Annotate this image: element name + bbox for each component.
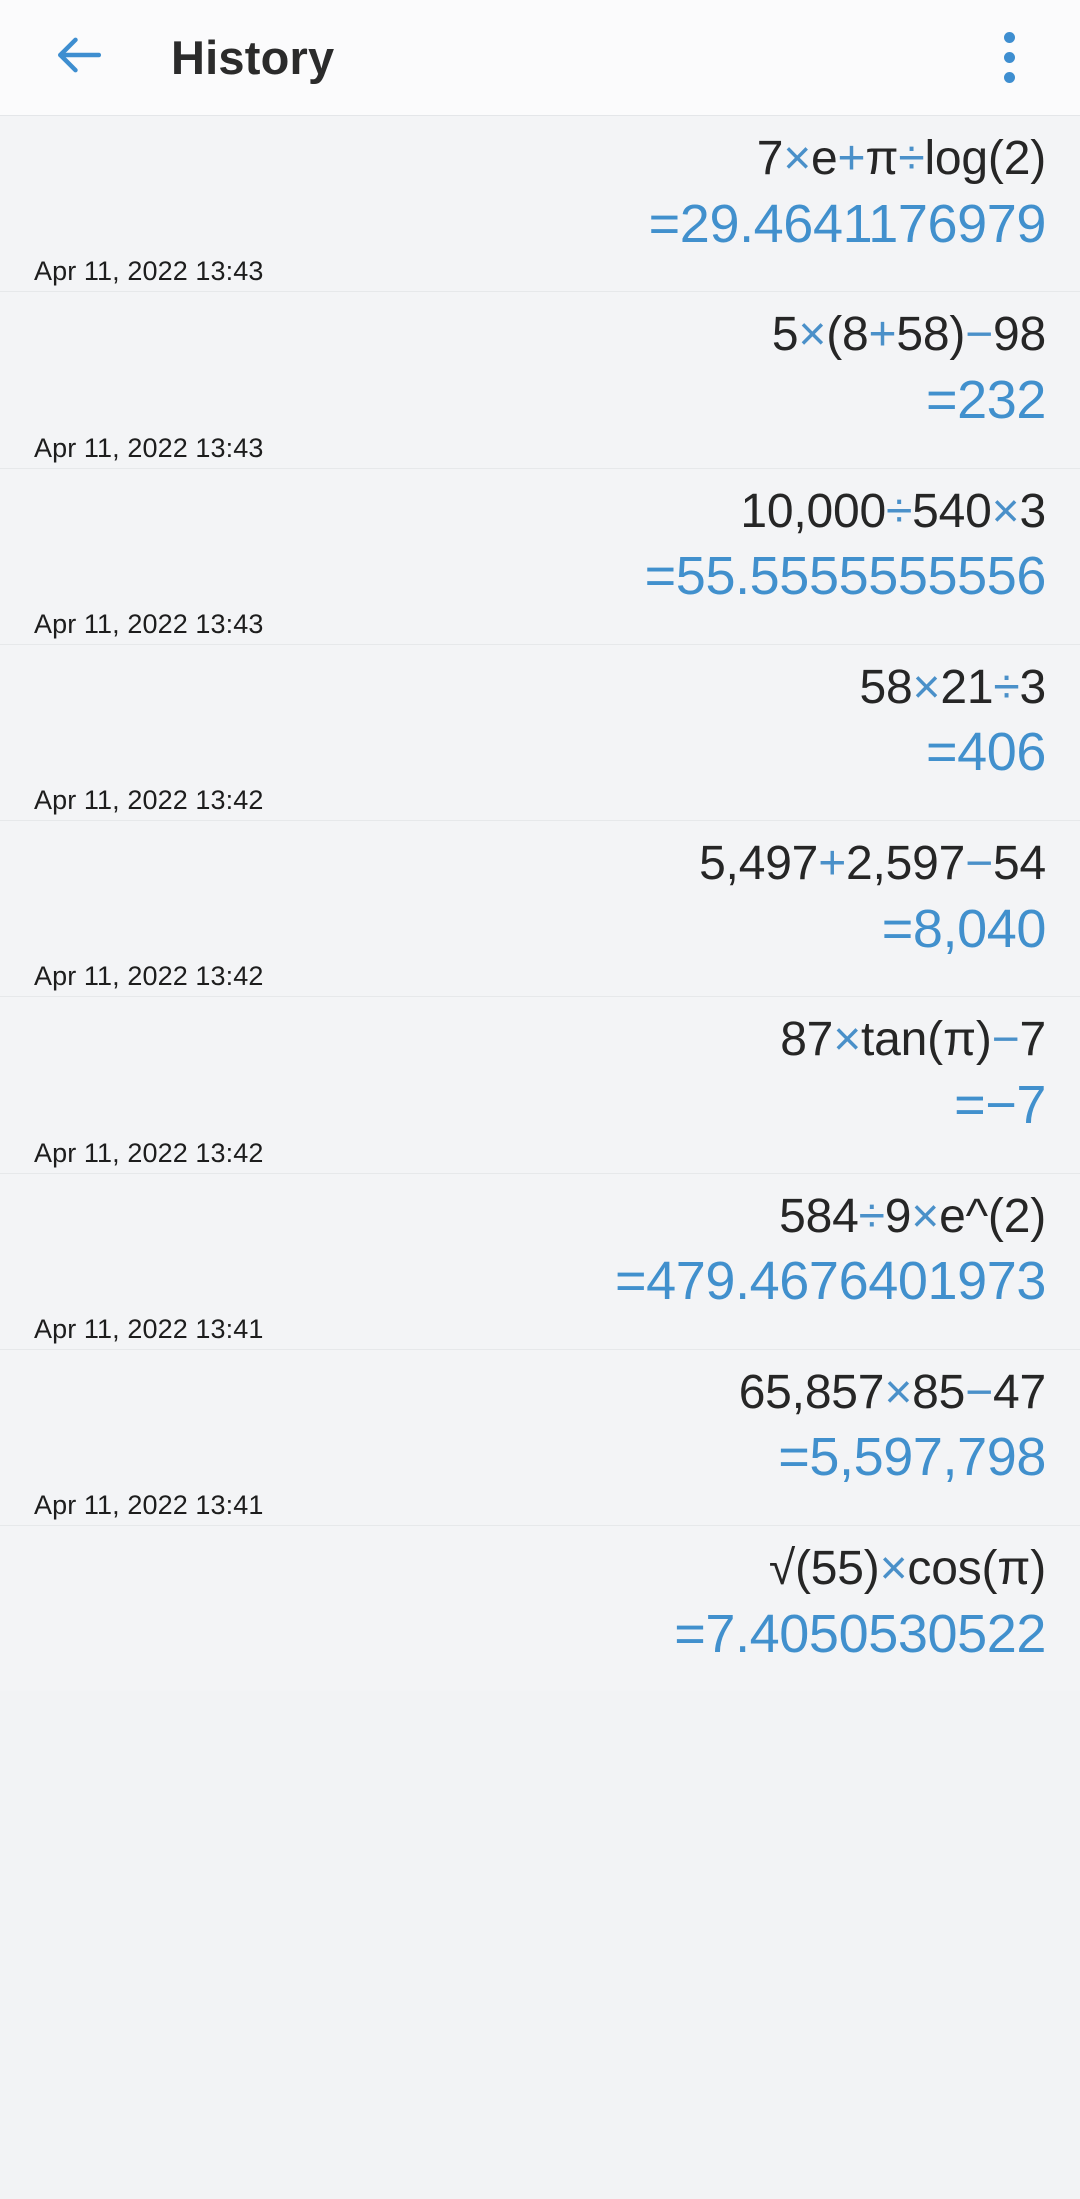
history-result: =232 [925,369,1046,430]
history-expression: 7×e+π÷log(2) [756,132,1046,185]
app-bar: History [0,0,1080,116]
history-result: =479.4676401973 [615,1251,1046,1312]
history-item[interactable]: √(55)×cos(π) =7.4050530522 [0,1526,1080,1692]
history-result: =7.4050530522 [674,1603,1046,1664]
history-result: =8,040 [881,898,1047,959]
history-expression: 65,857×85−47 [738,1365,1047,1419]
history-result: =5,597,798 [778,1427,1046,1488]
history-expression: 87×tan(π)−7 [780,1013,1046,1067]
history-expression: 5×(8+58)−98 [771,308,1046,362]
history-item[interactable]: 58×21÷3 =406 Apr 11, 2022 13:42 [0,644,1080,822]
history-result: =55.5555555556 [644,546,1047,607]
history-screen: History 7×e+π÷log(2) =29.4641176979 Apr 11… [0,0,1080,2199]
history-timestamp: Apr 11, 2022 13:43 [34,432,264,463]
history-result: =−7 [954,1074,1046,1135]
back-button[interactable] [42,21,116,95]
history-timestamp: Apr 11, 2022 13:41 [34,1490,264,1521]
history-item[interactable]: 7×e+π÷log(2) =29.4641176979 Apr 11, 2022 1… [0,116,1080,293]
history-timestamp: Apr 11, 2022 13:41 [34,1313,264,1344]
overflow-menu-button[interactable] [972,21,1046,95]
history-item[interactable]: 5,497+2,597−54 =8,040 Apr 11, 2022 13:42 [0,821,1080,998]
history-item[interactable]: 584÷9×e^(2) =479.4676401973 Apr 11, 2022 1… [0,1173,1080,1350]
history-expression: 584÷9×e^(2) [779,1189,1046,1243]
history-expression: 10,000÷540×3 [740,484,1046,538]
page-title: History [171,31,335,84]
history-expression: 5,497+2,597−54 [699,837,1046,891]
history-result: =29.4641176979 [648,193,1047,254]
arrow-left-icon [51,27,107,88]
history-timestamp: Apr 11, 2022 13:42 [34,1137,264,1168]
history-expression: 58×21÷3 [859,660,1047,714]
history-list[interactable]: 7×e+π÷log(2) =29.4641176979 Apr 11, 2022 1… [0,116,1080,2199]
history-timestamp: Apr 11, 2022 13:43 [34,256,264,287]
history-timestamp: Apr 11, 2022 13:42 [34,785,264,816]
history-item[interactable]: 10,000÷540×3 =55.5555555556 Apr 11, 2022 1… [0,468,1080,645]
history-item[interactable]: 65,857×85−47 =5,597,798 Apr 11, 2022 13:41 [0,1349,1080,1527]
history-expression: √(55)×cos(π) [768,1542,1046,1596]
history-timestamp: Apr 11, 2022 13:42 [34,961,264,992]
history-timestamp: Apr 11, 2022 13:43 [34,608,264,639]
history-item[interactable]: 87×tan(π)−7 =−7 Apr 11, 2022 13:42 [0,997,1080,1174]
history-item[interactable]: 5×(8+58)−98 =232 Apr 11, 2022 13:43 [0,292,1080,469]
history-result: =406 [925,722,1046,783]
